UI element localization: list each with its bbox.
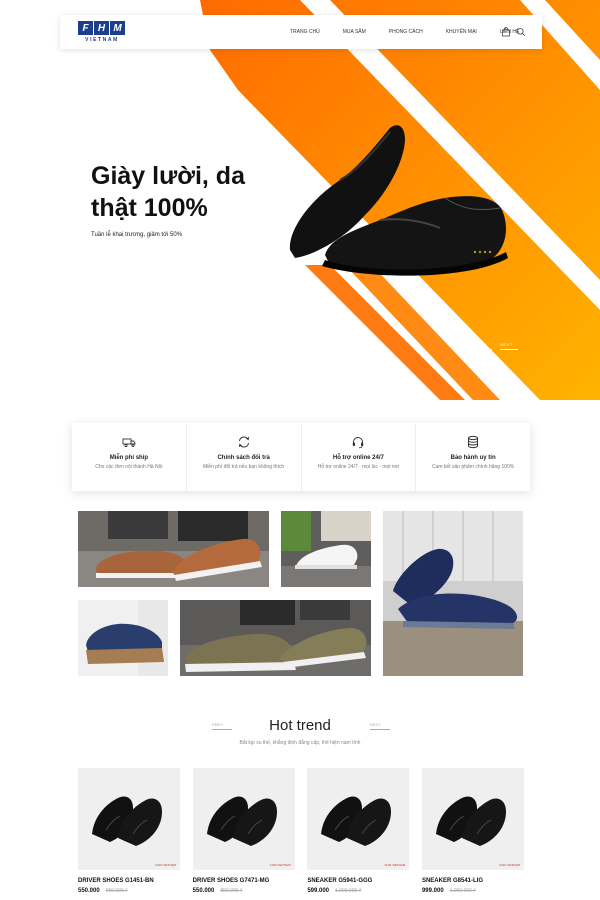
truck-icon [122, 438, 136, 448]
gallery-image-blue-derby[interactable] [78, 600, 168, 676]
product-image[interactable]: FHM VIETNAM [421, 768, 524, 870]
site-header: F H M VIETNAM Trang chủ Mua sắm Phong cá… [60, 15, 542, 49]
feature-title: Bảo hành uy tín [450, 455, 496, 461]
feature-desc: Cam kết sản phẩm chính hãng 100% [431, 464, 515, 470]
price-current: 550.000 [78, 888, 100, 894]
product-name[interactable]: SNEAKER G8541-LIG [422, 878, 524, 884]
feature-item: Chính sách đổi trả Miễn phí đổi trả nếu … [187, 423, 302, 491]
product-name[interactable]: DRIVER SHOES G1451-BN [78, 878, 180, 884]
feature-desc: Miễn phí đổi trả nếu bạn không thích [203, 464, 285, 470]
brand-logo[interactable]: F H M VIETNAM [78, 21, 128, 45]
nav-item-shop[interactable]: Mua sắm [343, 29, 366, 35]
feature-item: Bảo hành uy tín Cam kết sản phẩm chính h… [416, 423, 530, 491]
arrow-left-icon [474, 349, 492, 350]
logo-letter: F [78, 21, 93, 35]
feature-title: Miễn phí ship [109, 455, 149, 461]
product-watermark: FHM VIETNAM [155, 863, 176, 867]
product-card[interactable]: FHM VIETNAM SNEAKER G5941-GGG 599.000 1.… [307, 768, 410, 894]
logo-subtitle: VIETNAM [85, 37, 119, 43]
features-bar: Miễn phí ship Cho các đơn nội thành Hà N… [72, 423, 530, 491]
price-original: 1.090.000 ₫ [335, 888, 362, 894]
hero-subtitle: Tuần lễ khai trương, giảm tới 50% [91, 232, 183, 238]
nav-item-style[interactable]: Phong cách [389, 29, 423, 35]
feature-title: Hỗ trợ online 24/7 [332, 455, 384, 461]
product-price: 599.000 1.090.000 ₫ [307, 888, 409, 894]
headset-icon [353, 437, 364, 449]
product-image[interactable]: FHM VIETNAM [78, 768, 180, 870]
hero-next-button[interactable]: NEXT [500, 342, 518, 350]
product-price: 550.000 650.000 ₫ [78, 888, 180, 894]
refresh-icon [238, 436, 249, 448]
price-current: 550.000 [192, 888, 215, 894]
arrow-right-icon [370, 729, 390, 730]
product-watermark: FHM VIETNAM [384, 863, 406, 867]
product-image[interactable]: FHM VIETNAM [307, 768, 410, 870]
logo-letter: H [94, 21, 109, 35]
product-watermark: FHM VIETNAM [499, 863, 520, 867]
gallery-image-white-sneakers[interactable] [281, 511, 371, 587]
hero-prev-label: PREV [474, 342, 487, 347]
price-current: 999.000 [421, 888, 444, 894]
product-list: FHM VIETNAM DRIVER SHOES G1451-BN 550.00… [78, 768, 524, 894]
feature-desc: Cho các đơn nội thành Hà Nội [95, 464, 163, 470]
feature-item: Hỗ trợ online 24/7 Hỗ trợ online 24/7 - … [302, 423, 417, 491]
nav-item-home[interactable]: Trang chủ [290, 29, 320, 35]
feature-item: Miễn phí ship Cho các đơn nội thành Hà N… [72, 423, 187, 491]
feature-desc: Hỗ trợ online 24/7 - mọi lúc - mọi nơi [317, 464, 400, 470]
gallery-image-blue-loafers[interactable] [383, 511, 523, 676]
database-icon [468, 435, 479, 449]
hero-title: Giày lười, da thật 100% [91, 162, 245, 222]
logo-letter: M [110, 21, 125, 35]
product-price: 550.000 890.000 ₫ [193, 888, 295, 894]
product-card[interactable]: FHM VIETNAM DRIVER SHOES G1451-BN 550.00… [78, 768, 180, 894]
shopping-bag-icon[interactable] [501, 27, 511, 37]
product-card[interactable]: FHM VIETNAM DRIVER SHOES G7471-MG 550.00… [192, 768, 295, 894]
product-watermark: FHM VIETNAM [269, 863, 291, 867]
trend-next-label: NEXT [370, 722, 381, 727]
section-subtitle: Bắt kịp xu thế, khẳng định đẳng cấp, thể… [239, 740, 361, 746]
hero-prev-button[interactable]: PREV [474, 342, 492, 350]
arrow-right-icon [500, 349, 518, 350]
gallery-image-olive-sneakers[interactable] [180, 600, 371, 676]
product-name[interactable]: SNEAKER G5941-GGG [307, 878, 409, 884]
hero-shoe-image [289, 125, 508, 276]
price-original: 650.000 ₫ [105, 888, 128, 894]
product-price: 999.000 1.000.000 ₫ [422, 888, 524, 894]
price-original: 1.000.000 ₫ [449, 888, 476, 894]
hero-banner: Giày lười, da thật 100% Tuần lễ khai trư… [0, 0, 600, 400]
price-current: 599.000 [307, 888, 330, 894]
nav-item-promotion[interactable]: Khuyến mại [446, 29, 477, 35]
product-name[interactable]: DRIVER SHOES G7471-MG [193, 878, 295, 884]
feature-title: Chính sách đổi trả [217, 455, 270, 461]
trend-next-button[interactable]: NEXT [370, 722, 390, 730]
search-icon[interactable] [516, 27, 526, 37]
price-original: 890.000 ₫ [220, 888, 243, 894]
section-title: Hot trend [269, 717, 331, 734]
gallery-image-brown-sneakers[interactable] [78, 511, 269, 587]
hero-next-label: NEXT [500, 342, 513, 347]
product-image[interactable]: FHM VIETNAM [192, 768, 295, 870]
product-card[interactable]: FHM VIETNAM SNEAKER G8541-LIG 999.000 1.… [421, 768, 524, 894]
